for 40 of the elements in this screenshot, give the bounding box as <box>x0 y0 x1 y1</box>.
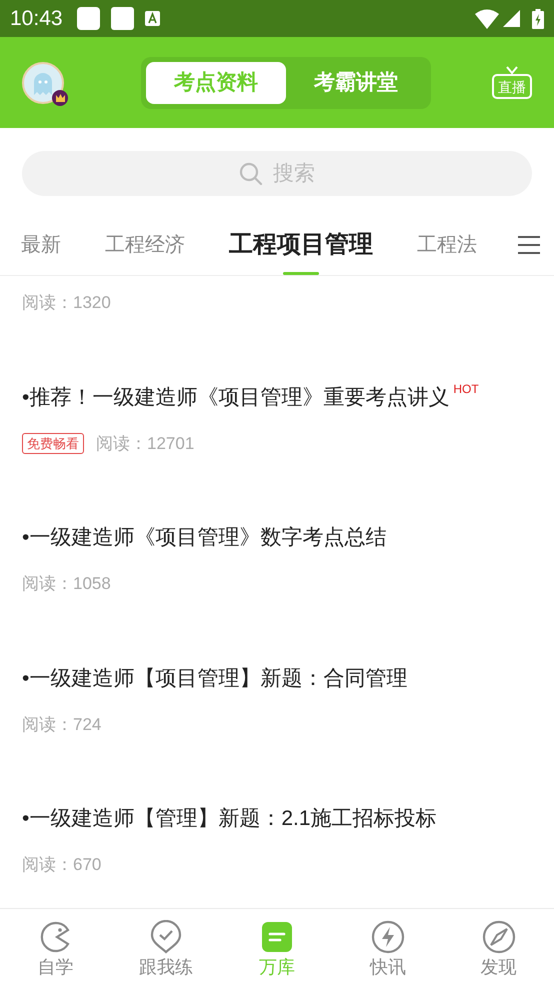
article-title[interactable]: •一级建造师【管理】新题：2.1施工招标投标 <box>22 804 437 834</box>
hot-label: HOT <box>453 382 479 394</box>
signal-icon <box>503 10 520 27</box>
nav-tab[interactable]: 万库 <box>222 909 332 985</box>
article-title[interactable]: •一级建造师【项目管理】新题：合同管理 <box>22 664 408 694</box>
category-tab[interactable]: 工程经济 <box>105 214 185 275</box>
category-tab[interactable]: 工程法 <box>417 214 477 275</box>
read-count: 阅读：12701 <box>96 432 194 454</box>
nav-tab[interactable]: 跟我练 <box>110 909 222 985</box>
nav-tab[interactable]: 快讯 <box>332 909 444 985</box>
check-bulb-icon <box>149 920 184 954</box>
live-button[interactable]: 直播 <box>492 74 532 99</box>
free-tag: 免费畅看 <box>22 432 84 454</box>
wifi-icon <box>475 8 499 28</box>
clock: 10:43 <box>10 6 63 32</box>
search-icon <box>239 162 263 186</box>
antenna-icon <box>506 66 518 74</box>
lightning-icon <box>370 920 405 954</box>
read-count: 阅读：670 <box>22 854 102 876</box>
category-tab[interactable]: 工程项目管理 <box>229 214 373 275</box>
compass-icon <box>482 920 516 954</box>
segment-tab[interactable]: 考霸讲堂 <box>286 62 426 104</box>
notification-icon <box>76 7 100 30</box>
battery-icon <box>532 8 544 28</box>
nav-tab[interactable]: 发现 <box>443 909 554 985</box>
keyboard-icon <box>144 11 160 26</box>
nav-tab[interactable]: 自学 <box>0 909 111 985</box>
category-tab[interactable]: 最新 <box>21 214 61 275</box>
read-count: 阅读：724 <box>22 714 102 736</box>
document-icon <box>260 920 294 954</box>
pacman-icon <box>38 920 72 954</box>
ghost-icon <box>31 70 55 94</box>
menu-icon[interactable] <box>518 234 540 254</box>
article-title[interactable]: •推荐！一级建造师《项目管理》重要考点讲义 <box>22 382 450 412</box>
article-title[interactable]: •一级建造师《项目管理》数字考点总结 <box>22 523 386 553</box>
read-count: 阅读：1320 <box>22 292 111 314</box>
notification-icon <box>110 7 134 30</box>
read-count: 阅读：1058 <box>22 573 111 595</box>
segment-tab[interactable]: 考点资料 <box>146 62 286 104</box>
crown-icon <box>56 94 64 102</box>
